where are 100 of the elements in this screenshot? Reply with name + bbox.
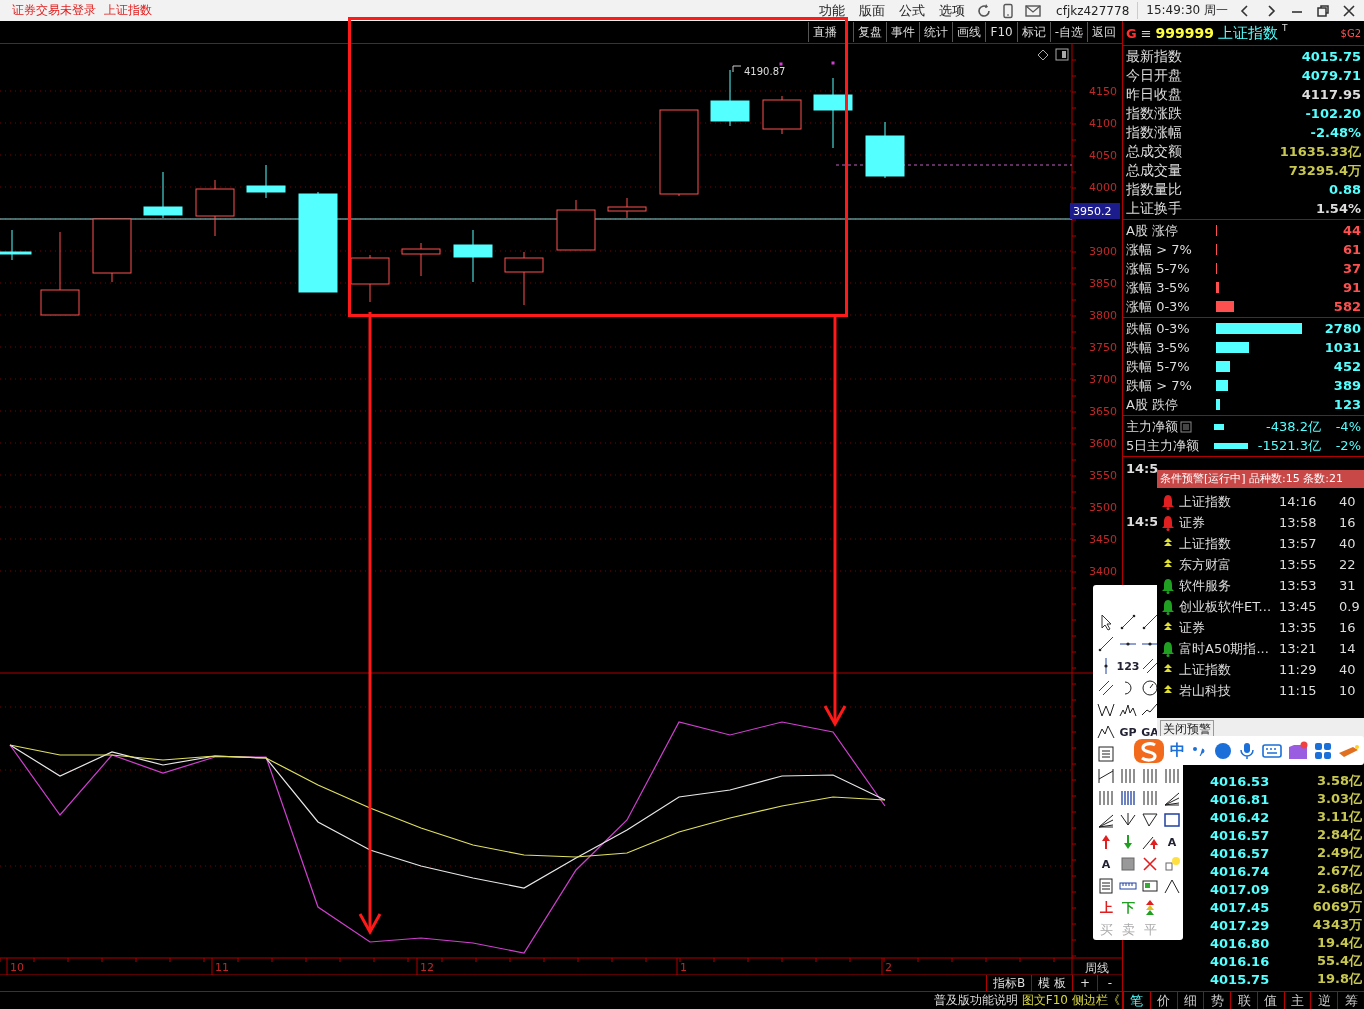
- breadth-count: 582: [1333, 299, 1361, 314]
- security-name: 上证指数: [1218, 23, 1279, 43]
- security-code: 999999: [1155, 25, 1215, 41]
- axis-label: 3900: [1089, 245, 1117, 258]
- candlestick: [246, 164, 286, 199]
- zigzag-icon[interactable]: [1097, 701, 1115, 719]
- alert-value: 40: [1339, 536, 1356, 551]
- alert-name: 上证指数: [1179, 534, 1232, 553]
- alert-time: 13:55: [1279, 557, 1318, 572]
- money-bar: [1214, 442, 1248, 449]
- apps-icon[interactable]: [1313, 740, 1333, 761]
- alert-value: 14: [1339, 641, 1356, 656]
- tool-label[interactable]: 上: [1099, 899, 1113, 917]
- candlestick: [504, 251, 544, 306]
- footer-link[interactable]: 图文F10: [1021, 992, 1068, 1009]
- square-icon[interactable]: [1119, 855, 1137, 873]
- diamond-icon[interactable]: [1037, 49, 1049, 61]
- line-icon[interactable]: [1119, 613, 1137, 631]
- money-percent: -2%: [1334, 438, 1361, 453]
- bars-icon[interactable]: [1119, 789, 1137, 807]
- breadth-count: 44: [1342, 223, 1361, 238]
- menu-item[interactable]: 功能: [816, 1, 849, 20]
- money-value: -438.2亿: [1266, 417, 1321, 436]
- circle-icon[interactable]: [1141, 679, 1159, 697]
- axis-label: 3500: [1089, 501, 1117, 514]
- mail-icon[interactable]: [1024, 2, 1043, 19]
- peaks-icon[interactable]: [1097, 723, 1115, 741]
- candlestick: [607, 197, 647, 219]
- candlestick: [195, 179, 235, 237]
- parallel-lines-icon[interactable]: [1097, 679, 1115, 697]
- tick-time: 14:5: [1126, 461, 1159, 478]
- candlestick: [453, 229, 493, 283]
- alert-name: 上证指数: [1179, 660, 1232, 679]
- alert-name: 证券: [1179, 618, 1206, 637]
- candlestick: [143, 171, 183, 219]
- stat-label: 指数涨跌: [1126, 104, 1182, 123]
- alert-value: 16: [1339, 620, 1356, 635]
- tick-amount: 2.67亿: [1316, 862, 1362, 880]
- menu-item[interactable]: 选项: [936, 1, 969, 20]
- tool-label[interactable]: 123: [1116, 659, 1140, 673]
- axis-label: 4100: [1089, 117, 1117, 130]
- restore-icon[interactable]: [1314, 2, 1332, 19]
- stat-value: 73295.4万: [1288, 161, 1361, 180]
- breadth-count: 1031: [1324, 340, 1361, 355]
- alert-time: 13:58: [1279, 515, 1318, 530]
- axis-label: 3850: [1089, 277, 1117, 290]
- input-mode[interactable]: 中: [1170, 741, 1185, 760]
- breadth-label: 涨幅 5-7%: [1126, 259, 1191, 278]
- tool-label[interactable]: A: [1101, 857, 1111, 871]
- tick-price: 4017.29: [1210, 917, 1270, 933]
- close-icon[interactable]: [1340, 2, 1358, 19]
- breadth-label: 跌幅 5-7%: [1126, 357, 1191, 376]
- alert-value: 10: [1339, 683, 1356, 698]
- parallel-lines-icon[interactable]: [1141, 657, 1159, 675]
- delete-icon[interactable]: [1141, 855, 1159, 873]
- document-icon[interactable]: [1180, 420, 1192, 433]
- menu-item[interactable]: 公式: [896, 1, 929, 20]
- tool-label[interactable]: GP: [1119, 725, 1137, 739]
- stat-label: 最新指数: [1126, 47, 1182, 66]
- breadth-label: 跌幅 3-5%: [1126, 338, 1191, 357]
- triangle-icon[interactable]: [1141, 811, 1159, 829]
- menu-item[interactable]: 版面: [856, 1, 889, 20]
- footer-link[interactable]: 普及版功能说明: [933, 992, 1018, 1009]
- breadth-count: 61: [1342, 242, 1361, 257]
- login-status: 证券交易未登录: [12, 2, 96, 19]
- axis-label: 3450: [1089, 533, 1117, 546]
- alert-value: 22: [1339, 557, 1356, 572]
- rectangle-icon[interactable]: [1163, 811, 1181, 829]
- alert-name: 东方财富: [1179, 555, 1232, 574]
- document-icon[interactable]: [1097, 877, 1115, 895]
- tick-price: 4016.16: [1210, 953, 1270, 969]
- tool-label[interactable]: A: [1167, 835, 1177, 849]
- breadth-count: 2780: [1324, 321, 1361, 336]
- stat-value: 0.88: [1328, 182, 1361, 197]
- tick-price: 4016.74: [1210, 863, 1270, 879]
- caret-icon[interactable]: [1163, 877, 1181, 895]
- tick-amount: 3.03亿: [1316, 790, 1362, 808]
- breadth-bar: [1216, 380, 1228, 391]
- clock: 15:49:30 周一: [1137, 2, 1228, 19]
- line-icon[interactable]: [1097, 635, 1115, 653]
- tick-amount: 55.4亿: [1316, 952, 1362, 970]
- alert-name: 软件服务: [1179, 576, 1232, 595]
- breadth-count: 123: [1333, 397, 1361, 412]
- alert-title: 条件预警[运行中] 品种数:15 条数:21: [1157, 470, 1364, 488]
- footer-link[interactable]: 侧边栏《: [1072, 992, 1120, 1009]
- tick-amount: 2.68亿: [1316, 880, 1362, 898]
- user-name[interactable]: cfjkz427778: [1056, 3, 1130, 18]
- tick-time: 14:5: [1126, 514, 1159, 531]
- panel-icon[interactable]: [1055, 48, 1069, 61]
- tick-amount: 3.11亿: [1316, 808, 1362, 826]
- bracket-icon[interactable]: [1097, 767, 1115, 785]
- menu-glyph[interactable]: ≡: [1140, 25, 1152, 41]
- candlestick: [92, 218, 132, 283]
- line-icon[interactable]: [1141, 613, 1159, 631]
- period-label[interactable]: 周线: [1085, 961, 1109, 975]
- input-method-logo[interactable]: [1132, 736, 1166, 765]
- price-badge: 3950.2: [1070, 203, 1120, 219]
- refresh-icon[interactable]: [976, 2, 993, 19]
- microphone-icon[interactable]: [1237, 740, 1257, 761]
- alert-time: 13:35: [1279, 620, 1318, 635]
